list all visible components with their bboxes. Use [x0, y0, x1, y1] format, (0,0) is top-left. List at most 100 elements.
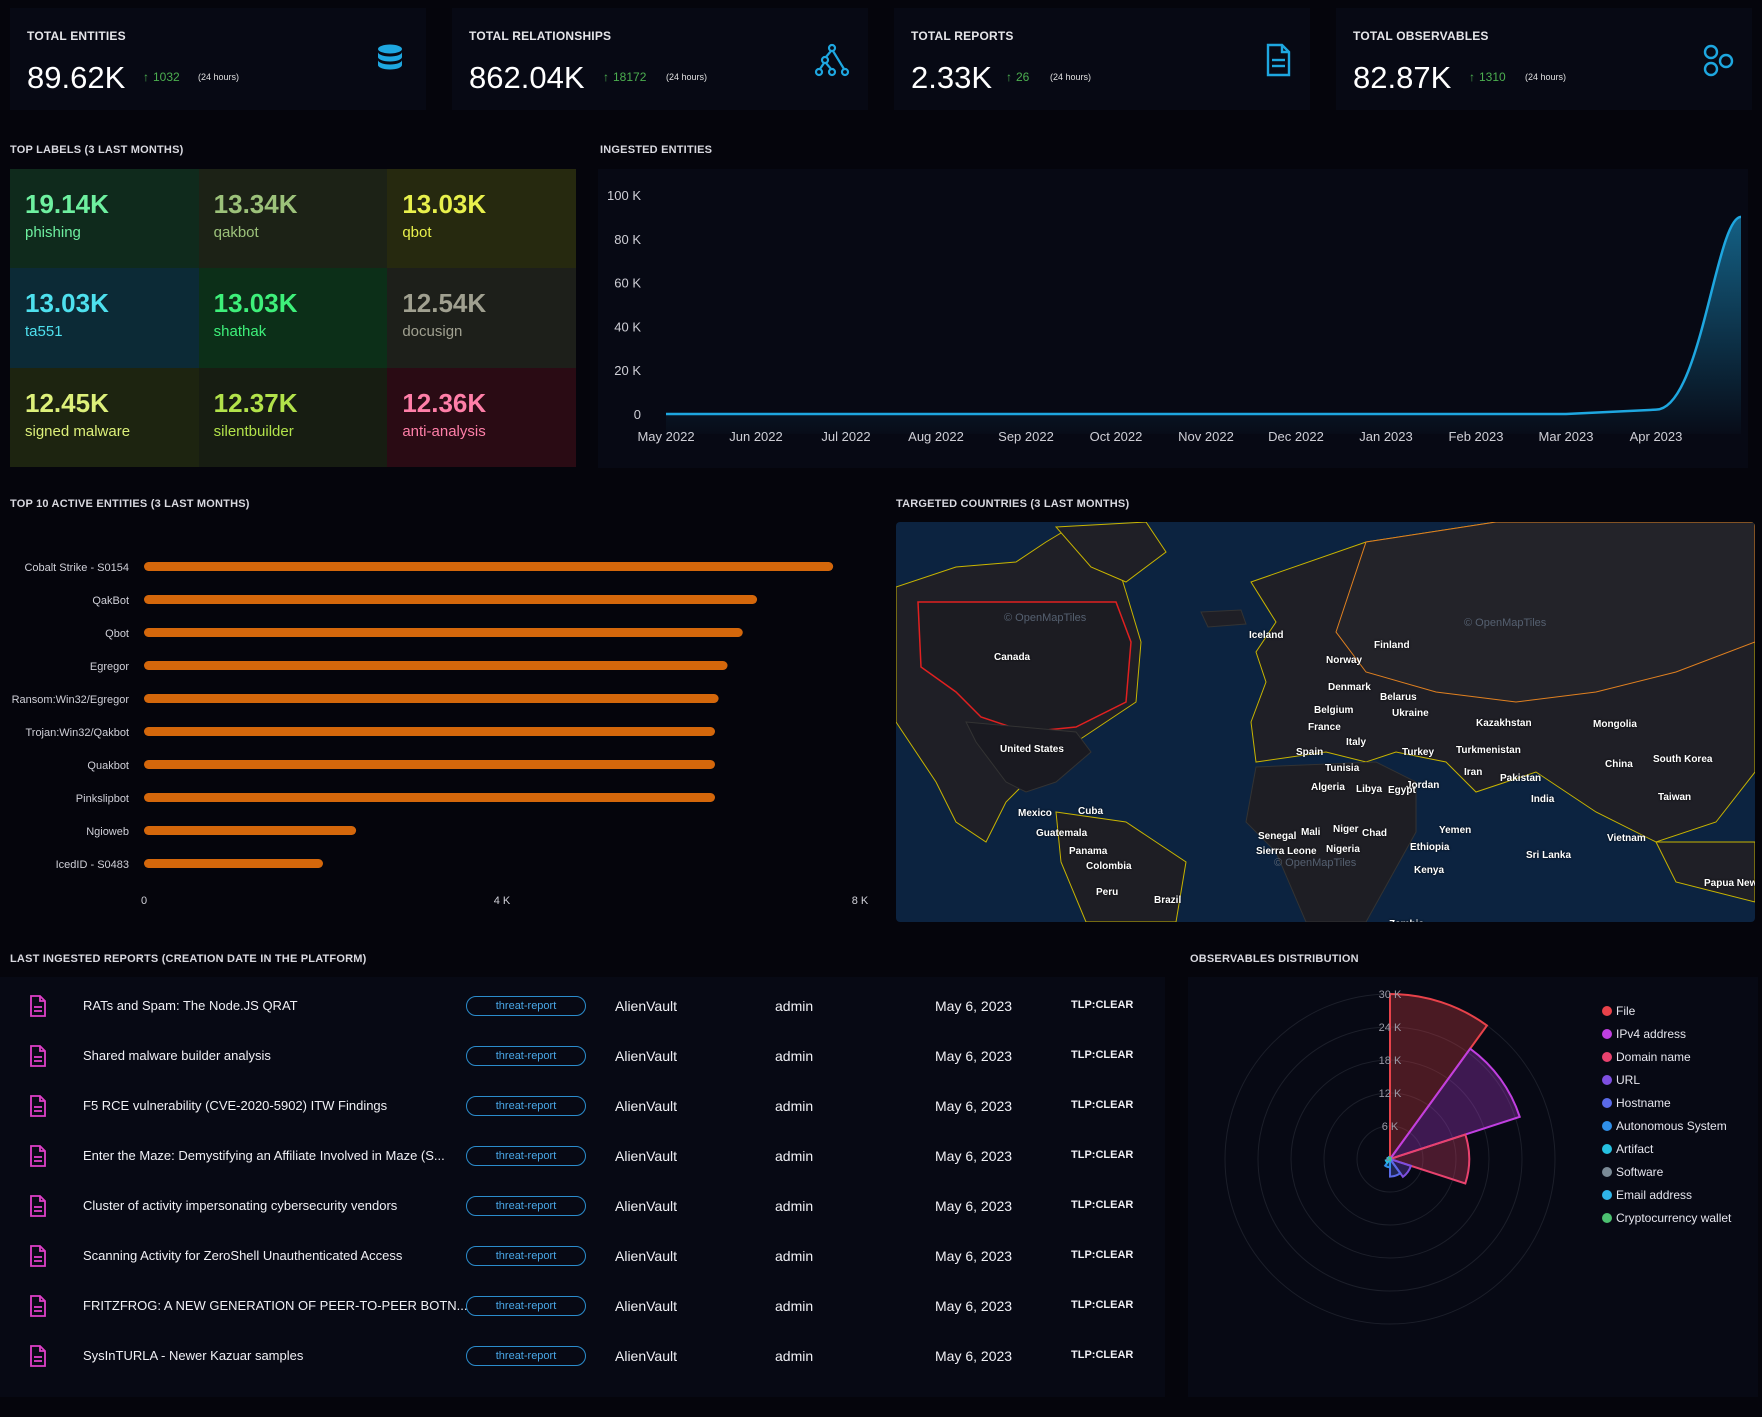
map-country-label: Belgium [1314, 705, 1354, 716]
bar[interactable] [144, 859, 323, 868]
bar-category-label: Ngioweb [86, 826, 129, 838]
map-country-label: Algeria [1311, 782, 1345, 793]
report-marking: TLP:CLEAR [1071, 1249, 1134, 1261]
report-row[interactable]: SysInTURLA - Newer Kazuar samples threat-… [0, 1331, 1165, 1381]
label-cell[interactable]: 12.37K silentbuilder [198, 367, 388, 467]
bar[interactable] [144, 595, 758, 604]
bar-category-label: Quakbot [87, 760, 129, 772]
y-tick-label: 0 [634, 407, 641, 422]
bar[interactable] [144, 661, 728, 670]
map-country-label: Pakistan [1500, 773, 1542, 784]
report-row[interactable]: Shared malware builder analysis threat-re… [0, 1031, 1165, 1081]
legend-item[interactable]: IPv4 address [1602, 1027, 1686, 1041]
map-country-label: Niger [1333, 824, 1359, 835]
label-cell[interactable]: 12.45K signed malware [10, 367, 199, 467]
stat-value: 2.33K [911, 60, 993, 95]
report-date: May 6, 2023 [935, 1148, 1013, 1164]
polar-slice[interactable] [1387, 1156, 1391, 1163]
legend-item[interactable]: Email address [1602, 1188, 1692, 1202]
bar[interactable] [144, 826, 357, 835]
stat-period: (24 hours) [198, 72, 240, 82]
legend-item[interactable]: Autonomous System [1602, 1119, 1727, 1133]
report-type-tag[interactable]: threat-report [466, 1196, 586, 1216]
report-date: May 6, 2023 [935, 998, 1013, 1014]
legend-item[interactable]: Artifact [1602, 1142, 1653, 1156]
bar[interactable] [144, 562, 834, 571]
legend-item[interactable]: URL [1602, 1073, 1640, 1087]
y-tick-label: 100 K [607, 188, 641, 203]
report-creator: admin [775, 1248, 814, 1264]
legend-label: Email address [1616, 1188, 1693, 1202]
map-country-label: Denmark [1328, 682, 1371, 693]
targeted-countries-map[interactable]: © OpenMapTiles © OpenMapTiles © OpenMapT… [896, 522, 1755, 922]
legend-item[interactable]: Software [1602, 1165, 1663, 1179]
legend-dot [1602, 1213, 1612, 1223]
report-title[interactable]: Cluster of activity impersonating cybers… [83, 1198, 397, 1213]
label-cell[interactable]: 19.14K phishing [10, 169, 199, 269]
label-name: anti-analysis [402, 422, 486, 440]
legend-dot [1602, 1052, 1612, 1062]
report-row[interactable]: Enter the Maze: Demystifying an Affiliat… [0, 1131, 1165, 1181]
report-title[interactable]: Enter the Maze: Demystifying an Affiliat… [83, 1148, 445, 1163]
stat-card-entities: TOTAL ENTITIES 89.62K ↑ 1032 (24 hours) [10, 8, 426, 110]
r-tick-label: 24 K [1379, 1022, 1402, 1034]
legend-dot [1602, 1167, 1612, 1177]
bar[interactable] [144, 628, 743, 637]
report-title[interactable]: Scanning Activity for ZeroShell Unauthen… [83, 1248, 402, 1263]
map-country-label: Mali [1301, 827, 1321, 838]
bar[interactable] [144, 694, 719, 703]
report-type-tag[interactable]: threat-report [466, 996, 586, 1016]
arrow-up-icon: ↑ [1006, 70, 1012, 84]
report-row[interactable]: RATs and Spam: The Node.JS QRAT threat-re… [0, 981, 1165, 1031]
legend-item[interactable]: Hostname [1602, 1096, 1671, 1110]
label-cell[interactable]: 13.34K qakbot [198, 169, 388, 269]
legend-item[interactable]: File [1602, 1004, 1635, 1018]
report-title[interactable]: RATs and Spam: The Node.JS QRAT [83, 998, 298, 1013]
bar[interactable] [144, 727, 716, 736]
report-type-tag[interactable]: threat-report [466, 1146, 586, 1166]
report-type-tag[interactable]: threat-report [466, 1046, 586, 1066]
stat-value: 862.04K [469, 60, 585, 95]
report-type-tag[interactable]: threat-report [466, 1296, 586, 1316]
label-cell[interactable]: 13.03K qbot [387, 169, 576, 269]
label-cell[interactable]: 13.03K ta551 [10, 268, 199, 368]
report-title[interactable]: FRITZFROG: A NEW GENERATION OF PEER-TO-P… [83, 1298, 468, 1313]
label-cell[interactable]: 12.54K docusign [387, 268, 576, 368]
bar[interactable] [144, 793, 716, 802]
map-country-label: Nigeria [1326, 844, 1360, 855]
bar-category-label: IcedID - S0483 [56, 859, 129, 871]
report-title[interactable]: SysInTURLA - Newer Kazuar samples [83, 1348, 303, 1363]
label-name: qakbot [213, 224, 259, 241]
legend-label: Autonomous System [1616, 1119, 1727, 1133]
section-title-targeted-countries: TARGETED COUNTRIES (3 LAST MONTHS) [896, 498, 1130, 510]
report-creator: admin [775, 1098, 814, 1114]
arrow-up-icon: ↑ [1469, 70, 1475, 84]
map-country-label: Yemen [1439, 825, 1472, 836]
report-type-tag[interactable]: threat-report [466, 1246, 586, 1266]
report-row[interactable]: Scanning Activity for ZeroShell Unauthen… [0, 1231, 1165, 1281]
x-tick-label: 8 K [852, 895, 869, 907]
legend-label: IPv4 address [1616, 1027, 1687, 1041]
report-type-tag[interactable]: threat-report [466, 1346, 586, 1366]
report-row[interactable]: FRITZFROG: A NEW GENERATION OF PEER-TO-P… [0, 1281, 1165, 1331]
legend-item[interactable]: Cryptocurrency wallet [1602, 1211, 1731, 1225]
label-name: docusign [402, 323, 463, 341]
report-document-icon [30, 1245, 46, 1267]
report-row[interactable]: F5 RCE vulnerability (CVE-2020-5902) ITW… [0, 1081, 1165, 1131]
report-type-tag[interactable]: threat-report [466, 1096, 586, 1116]
bar[interactable] [144, 760, 716, 769]
report-title[interactable]: Shared malware builder analysis [83, 1048, 271, 1063]
label-cell[interactable]: 12.36K anti-analysis [387, 367, 576, 467]
stat-delta: ↑ 1310 [1469, 70, 1506, 84]
report-author: AlienVault [615, 1148, 678, 1164]
report-title[interactable]: F5 RCE vulnerability (CVE-2020-5902) ITW… [83, 1098, 387, 1113]
label-count: 13.03K [402, 189, 487, 219]
label-cell[interactable]: 13.03K shathak [198, 268, 388, 368]
label-count: 13.34K [213, 189, 298, 219]
report-date: May 6, 2023 [935, 1348, 1013, 1364]
report-row[interactable]: Cluster of activity impersonating cybers… [0, 1181, 1165, 1231]
series-line [666, 215, 1742, 416]
section-title-ingested-entities: INGESTED ENTITIES [600, 144, 713, 156]
legend-dot [1602, 1190, 1612, 1200]
legend-item[interactable]: Domain name [1602, 1050, 1691, 1064]
